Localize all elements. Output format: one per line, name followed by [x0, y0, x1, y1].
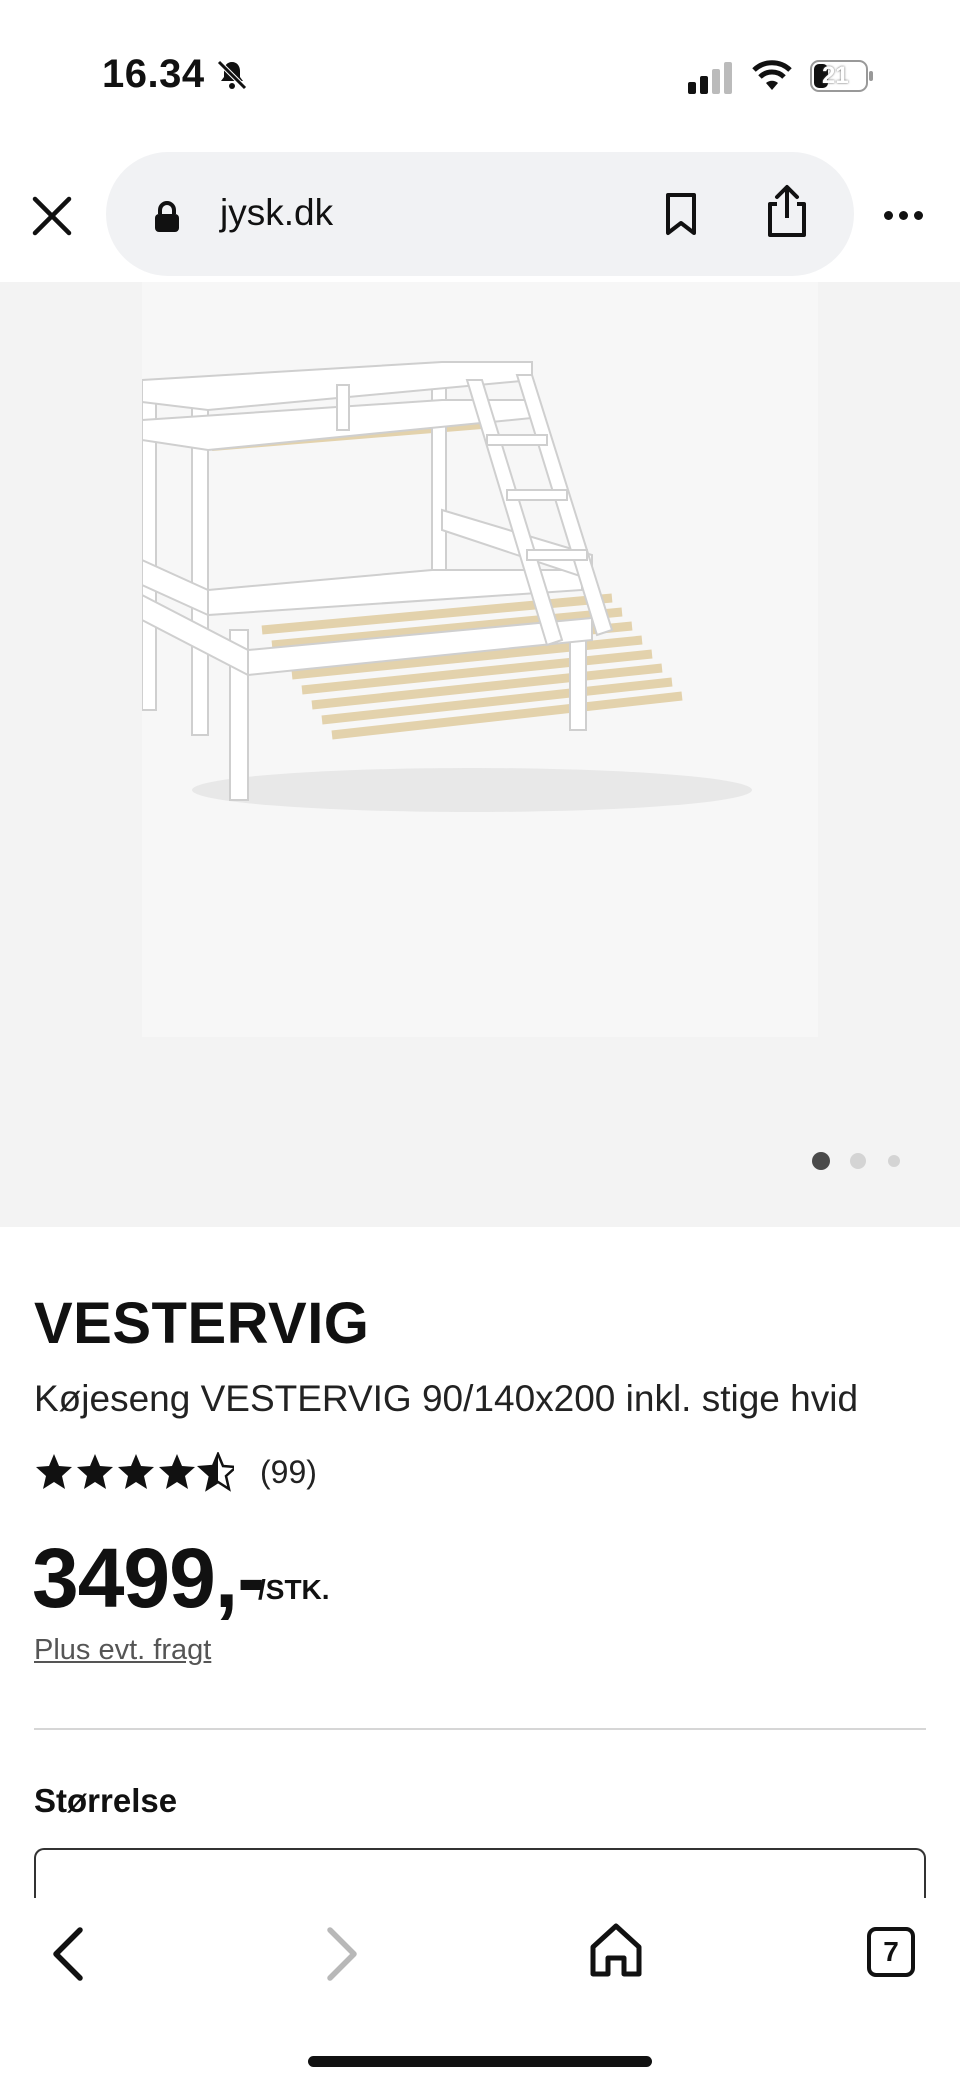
wifi-icon — [752, 60, 792, 90]
share-icon[interactable] — [765, 184, 809, 238]
tabs-icon[interactable]: 7 — [867, 1927, 915, 1977]
price: 3499,- — [32, 1531, 265, 1625]
star-icon — [77, 1454, 113, 1489]
status-time: 16.34 — [102, 52, 205, 96]
gallery-dot-active[interactable] — [812, 1152, 830, 1170]
rating-stars[interactable] — [34, 1452, 234, 1492]
lock-icon — [155, 201, 179, 232]
size-label: Størrelse — [34, 1782, 178, 1819]
bunk-bed-image — [142, 361, 752, 812]
home-indicator[interactable] — [308, 2056, 652, 2067]
star-icon — [159, 1454, 195, 1489]
gallery-dot[interactable] — [850, 1153, 866, 1169]
back-icon[interactable] — [46, 1924, 90, 1984]
divider — [34, 1728, 926, 1730]
star-icon — [118, 1454, 154, 1489]
bell-slash-icon — [217, 60, 247, 90]
cellular-signal-icon — [688, 62, 732, 94]
home-icon[interactable] — [588, 1922, 644, 1978]
product-description: Køjeseng VESTERVIG 90/140x200 inkl. stig… — [34, 1378, 859, 1419]
product-name: VESTERVIG — [34, 1291, 370, 1356]
more-icon[interactable] — [884, 207, 929, 225]
price-unit: /STK. — [258, 1574, 330, 1605]
battery-icon: 21 — [810, 60, 874, 92]
battery-level: 21 — [822, 62, 849, 89]
star-icon — [36, 1454, 72, 1489]
forward-icon[interactable] — [320, 1924, 364, 1984]
bookmark-icon[interactable] — [663, 192, 699, 236]
close-icon[interactable] — [30, 194, 74, 238]
gallery-dot[interactable] — [888, 1155, 900, 1167]
url-text[interactable]: jysk.dk — [220, 192, 333, 234]
review-count[interactable]: (99) — [260, 1454, 317, 1491]
address-bar[interactable] — [106, 152, 854, 276]
freight-link[interactable]: Plus evt. fragt — [34, 1634, 211, 1667]
